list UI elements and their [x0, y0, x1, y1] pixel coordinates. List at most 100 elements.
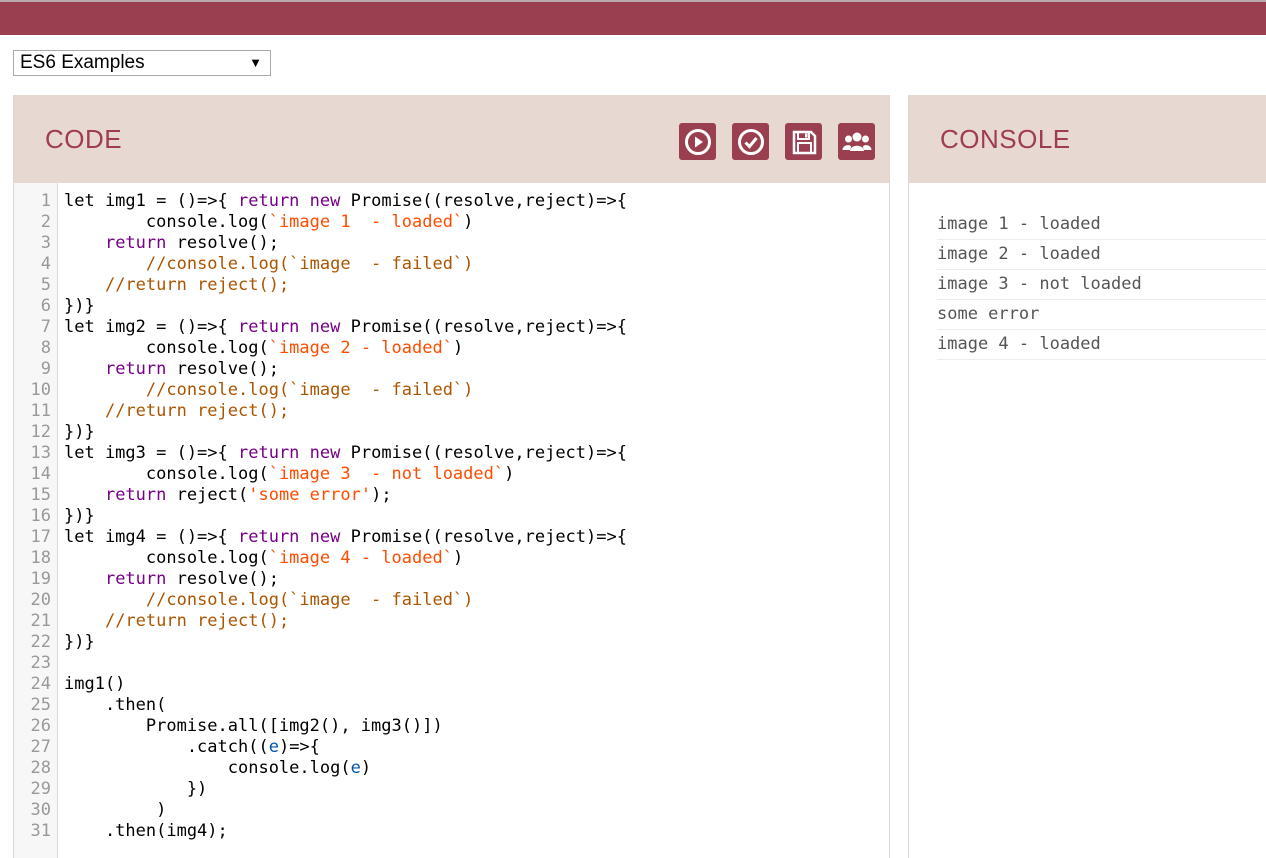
- line-number: 30: [30, 800, 51, 820]
- line-number: 11: [30, 401, 51, 421]
- code-line: 5 //return reject();: [14, 275, 889, 296]
- line-number: 8: [40, 338, 51, 358]
- code-text: ): [64, 800, 167, 820]
- code-line: 19 return resolve();: [14, 569, 889, 590]
- code-line: 31 .then(img4);: [14, 821, 889, 842]
- code-text: img1(): [64, 674, 126, 694]
- line-number: 29: [30, 779, 51, 799]
- code-line: 1 let img1 = ()=>{ return new Promise((re…: [14, 191, 889, 212]
- console-line: image 2 - loaded: [937, 240, 1266, 270]
- line-number: 2: [40, 212, 51, 232]
- console-line: image 4 - loaded: [937, 330, 1266, 360]
- code-text: console.log(`image 3 - not loaded`): [64, 464, 515, 484]
- line-number: 27: [30, 737, 51, 757]
- line-number: 16: [30, 506, 51, 526]
- code-editor[interactable]: 1 let img1 = ()=>{ return new Promise((re…: [14, 183, 889, 858]
- code-text: })}: [64, 296, 95, 316]
- users-icon: [842, 132, 871, 151]
- save-icon: [792, 130, 816, 154]
- code-line: 29 }): [14, 779, 889, 800]
- run-button[interactable]: [679, 123, 716, 160]
- code-text: .then(: [64, 695, 167, 715]
- line-number: 5: [40, 275, 51, 295]
- code-line: 20 //console.log(`image - failed`): [14, 590, 889, 611]
- code-text: let img4 = ()=>{ return new Promise((res…: [64, 527, 627, 547]
- code-text: })}: [64, 632, 95, 652]
- code-text: console.log(`image 1 - loaded`): [64, 212, 474, 232]
- code-text: //return reject();: [104, 611, 290, 631]
- code-panel: CODE 1 let img1 = ()=>{return new Promi…: [13, 95, 890, 858]
- console-output: image 1 - loaded image 2 - loaded image 3 …: [937, 210, 1266, 360]
- code-text: return resolve();: [104, 359, 279, 379]
- code-line: 8 console.log(`image 2 - loaded`): [14, 338, 889, 359]
- code-line: 21 //return reject();: [14, 611, 889, 632]
- console-line: image 1 - loaded: [937, 210, 1266, 240]
- line-number: 15: [30, 485, 51, 505]
- line-number: 26: [30, 716, 51, 736]
- code-text: let img1 = ()=>{ return new Promise((res…: [64, 191, 627, 211]
- code-line: 28 console.log(e): [14, 758, 889, 779]
- code-line: 2 console.log(`image 1 - loaded`): [14, 212, 889, 233]
- code-line: 11 //return reject();: [14, 401, 889, 422]
- code-line: 30 ): [14, 800, 889, 821]
- run-icon: [684, 128, 711, 155]
- check-icon: [737, 128, 764, 155]
- code-line: 13 let img3 = ()=>{ return new Promise((r…: [14, 443, 889, 464]
- line-number: 12: [30, 422, 51, 442]
- line-number: 13: [30, 443, 51, 463]
- users-button[interactable]: [838, 123, 875, 160]
- code-text: //console.log(`image - failed`): [145, 590, 474, 610]
- line-number: 1: [40, 191, 51, 211]
- line-number: 20: [30, 590, 51, 610]
- example-selector[interactable]: ES6 Examples ▼: [13, 50, 271, 76]
- console-panel: CONSOLE image 1 - loaded image 2 - loaded…: [908, 95, 1266, 858]
- code-line: 25 .then(: [14, 695, 889, 716]
- line-number: 18: [30, 548, 51, 568]
- code-line: 23: [14, 653, 889, 674]
- code-text: Promise.all([img2(), img3()]): [64, 716, 443, 736]
- code-text: let img3 = ()=>{ return new Promise((res…: [64, 443, 627, 463]
- code-line: 17 let img4 = ()=>{ return new Promise((r…: [14, 527, 889, 548]
- line-number: 6: [40, 296, 51, 316]
- line-number: 24: [30, 674, 51, 694]
- save-button[interactable]: [785, 123, 822, 160]
- code-text: //return reject();: [104, 275, 290, 295]
- code-text: let img2 = ()=>{ return new Promise((res…: [64, 317, 627, 337]
- code-text: .then(img4);: [64, 821, 228, 841]
- code-text: }): [64, 779, 208, 799]
- line-number: 7: [40, 317, 51, 337]
- line-number: 3: [40, 233, 51, 253]
- line-number: 28: [30, 758, 51, 778]
- top-header-bar: [0, 0, 1266, 35]
- code-line: 6})}: [14, 296, 889, 317]
- code-line: 12})}: [14, 422, 889, 443]
- code-line: 15 return reject('some error');: [14, 485, 889, 506]
- line-number: 19: [30, 569, 51, 589]
- line-number: 21: [30, 611, 51, 631]
- code-text: .catch((e)=>{: [64, 737, 320, 757]
- code-text: //return reject();: [104, 401, 290, 421]
- line-number: 4: [40, 254, 51, 274]
- check-button[interactable]: [732, 123, 769, 160]
- code-text: //console.log(`image - failed`): [145, 380, 474, 400]
- code-text: })}: [64, 422, 95, 442]
- code-text: return resolve();: [104, 569, 279, 589]
- dropdown-arrow-icon: ▼: [249, 55, 262, 70]
- code-line: 14 console.log(`image 3 - not loaded`): [14, 464, 889, 485]
- line-number: 14: [30, 464, 51, 484]
- line-number: 17: [30, 527, 51, 547]
- line-number: 22: [30, 632, 51, 652]
- code-text: console.log(`image 2 - loaded`): [64, 338, 464, 358]
- code-text: console.log(e): [64, 758, 372, 778]
- code-text: return resolve();: [104, 233, 279, 253]
- code-text: })}: [64, 506, 95, 526]
- example-selector-value: ES6 Examples: [20, 52, 145, 73]
- code-lines: 1 let img1 = ()=>{ return new Promise((re…: [14, 191, 889, 842]
- code-line: 16})}: [14, 506, 889, 527]
- code-text: //console.log(`image - failed`): [145, 254, 474, 274]
- code-line: 24 img1(): [14, 674, 889, 695]
- code-line: 7 let img2 = ()=>{ return new Promise((re…: [14, 317, 889, 338]
- line-number: 31: [30, 821, 51, 841]
- code-line: 4 //console.log(`image - failed`): [14, 254, 889, 275]
- line-number: 25: [30, 695, 51, 715]
